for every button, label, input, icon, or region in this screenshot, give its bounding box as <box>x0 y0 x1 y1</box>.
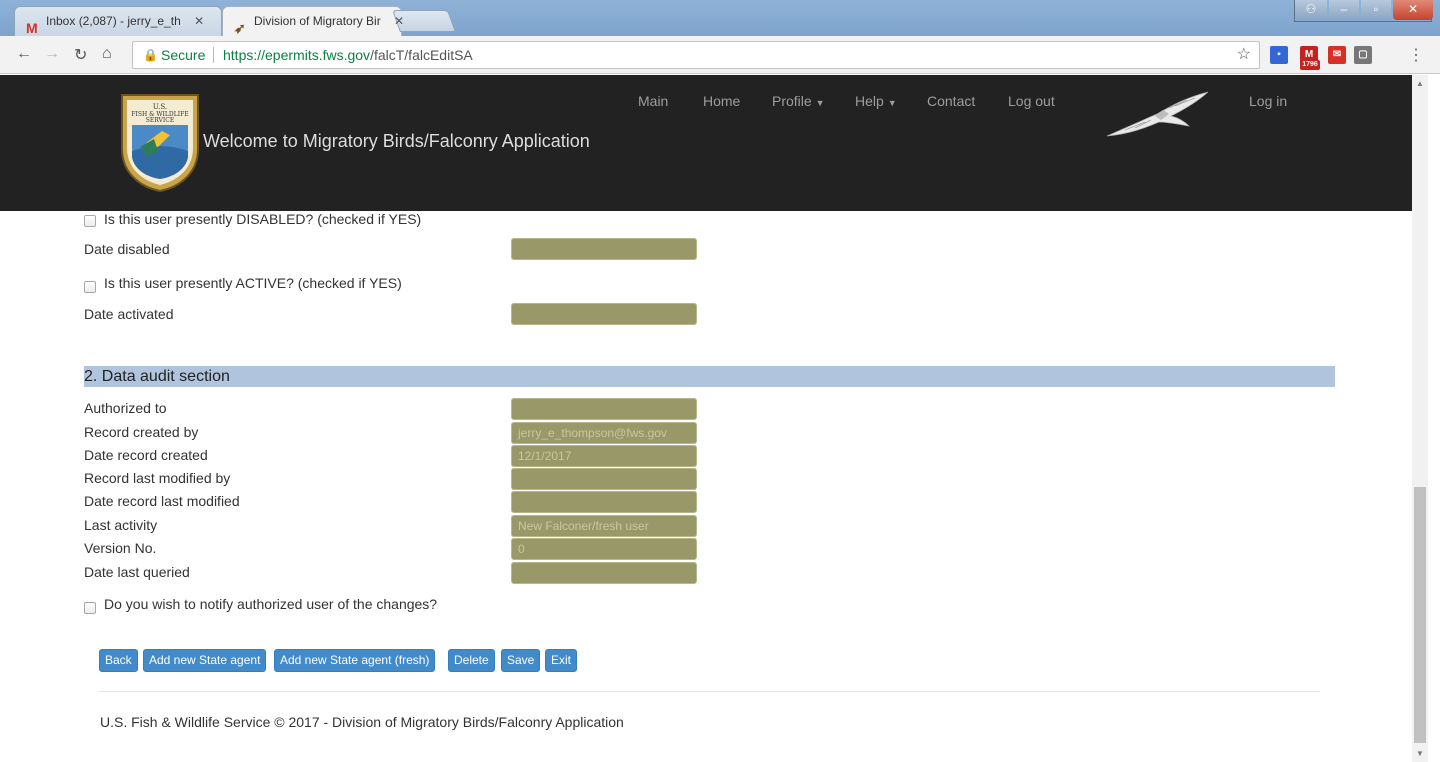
notify-question: Do you wish to notify authorized user of… <box>104 596 438 612</box>
nav-profile[interactable]: Profile ▼ <box>772 93 825 109</box>
page-viewport: U.S. FISH & WILDLIFE SERVICE Welcome to … <box>0 75 1412 762</box>
hawk-illustration <box>1106 91 1209 137</box>
gmail-icon: M <box>26 20 38 36</box>
active-checkbox[interactable] <box>84 281 96 293</box>
tab-title: Division of Migratory Bir <box>254 14 381 28</box>
disabled-question: Is this user presently DISABLED? (checke… <box>104 211 422 227</box>
forward-arrow-icon[interactable]: → <box>44 45 60 63</box>
scroll-down-icon[interactable]: ▼ <box>1416 749 1424 758</box>
address-bar[interactable]: 🔒 Secure https://epermits.fws.gov/falcT/… <box>132 41 1260 69</box>
disabled-checkbox[interactable] <box>84 215 96 227</box>
nav-logout[interactable]: Log out <box>1008 93 1055 109</box>
site-header: U.S. FISH & WILDLIFE SERVICE Welcome to … <box>0 75 1412 211</box>
svg-text:SERVICE: SERVICE <box>146 117 174 124</box>
close-window-icon[interactable]: ✕ <box>1393 0 1433 20</box>
exit-button[interactable]: Exit <box>545 649 578 672</box>
audit-label: Date last queried <box>84 564 190 580</box>
browser-menu-icon[interactable]: ⋮ <box>1408 45 1424 65</box>
audit-label: Last activity <box>84 517 158 533</box>
page-scrollbar[interactable]: ▲ ▼ <box>1412 75 1428 762</box>
tab-migratory-birds[interactable]: ➶ Division of Migratory Bir ✕ <box>222 6 404 36</box>
date-activated-field[interactable] <box>511 303 697 325</box>
footer-divider <box>99 691 1320 692</box>
nav-main[interactable]: Main <box>638 93 668 109</box>
extension-badge: 1796 <box>1300 60 1320 70</box>
nav-login[interactable]: Log in <box>1249 93 1287 109</box>
last-activity-field[interactable]: New Falconer/fresh user <box>511 515 697 537</box>
back-arrow-icon[interactable]: ← <box>16 45 32 63</box>
tab-gmail-inbox[interactable]: M Inbox (2,087) - jerry_e_th ✕ <box>14 6 222 36</box>
scroll-up-icon[interactable]: ▲ <box>1416 79 1424 88</box>
tab-title: Inbox (2,087) - jerry_e_th <box>46 14 181 28</box>
date-disabled-field[interactable] <box>511 238 697 260</box>
browser-toolbar: ← → ↻ ⌂ 🔒 Secure https://epermits.fws.go… <box>0 36 1440 74</box>
reload-icon[interactable]: ↻ <box>74 45 87 65</box>
add-state-agent-button[interactable]: Add new State agent <box>143 649 267 672</box>
svg-text:U.S.: U.S. <box>153 103 167 111</box>
home-icon[interactable]: ⌂ <box>102 45 112 63</box>
url-text: https://epermits.fws.gov/falcT/falcEditS… <box>223 47 473 63</box>
date-record-created-field[interactable]: 12/1/2017 <box>511 445 697 467</box>
maximize-icon[interactable]: ▫ <box>1361 0 1391 20</box>
mail-icon[interactable]: ✉ <box>1328 46 1346 64</box>
audit-label: Date record last modified <box>84 493 240 509</box>
close-tab-icon[interactable]: ✕ <box>394 14 404 28</box>
footer-text: U.S. Fish & Wildlife Service © 2017 - Di… <box>100 714 624 730</box>
nav-home[interactable]: Home <box>703 93 740 109</box>
section-heading: 2. Data audit section <box>84 366 1335 387</box>
browser-tab-strip: M Inbox (2,087) - jerry_e_th ✕ ➶ Divisio… <box>0 0 1440 36</box>
version-no-field[interactable]: 0 <box>511 538 697 560</box>
security-label: Secure <box>161 47 206 63</box>
record-created-by-field[interactable]: jerry_e_thompson@fws.gov <box>511 422 697 444</box>
bookmark-star-icon[interactable]: ☆ <box>1237 42 1251 68</box>
fws-shield-logo: U.S. FISH & WILDLIFE SERVICE <box>121 94 199 193</box>
site-title: Welcome to Migratory Birds/Falconry Appl… <box>203 131 590 151</box>
minimize-icon[interactable]: – <box>1329 0 1359 20</box>
user-icon[interactable]: ⚇ <box>1295 0 1327 20</box>
notify-checkbox[interactable] <box>84 602 96 614</box>
date-disabled-label: Date disabled <box>84 241 170 257</box>
delete-button[interactable]: Delete <box>448 649 495 672</box>
nav-help[interactable]: Help ▼ <box>855 93 897 109</box>
audit-label: Version No. <box>84 540 157 556</box>
nav-contact[interactable]: Contact <box>927 93 975 109</box>
date-record-last-modified-field[interactable] <box>511 491 697 513</box>
authorized-to-field[interactable] <box>511 398 697 420</box>
record-last-modified-by-field[interactable] <box>511 468 697 490</box>
back-button[interactable]: Back <box>99 649 138 672</box>
close-tab-icon[interactable]: ✕ <box>194 14 204 28</box>
active-question: Is this user presently ACTIVE? (checked … <box>104 275 402 291</box>
add-state-agent-fresh-button[interactable]: Add new State agent (fresh) <box>274 649 436 672</box>
caret-down-icon: ▼ <box>815 98 825 108</box>
audit-label: Date record created <box>84 447 208 463</box>
audit-label: Authorized to <box>84 400 167 416</box>
hawk-favicon-icon: ➶ <box>234 20 246 36</box>
window-controls: ⚇ – ▫ ✕ <box>1294 0 1433 22</box>
date-activated-label: Date activated <box>84 306 174 322</box>
save-button[interactable]: Save <box>501 649 541 672</box>
lock-icon: 🔒 <box>143 48 158 62</box>
date-last-queried-field[interactable] <box>511 562 697 584</box>
audit-label: Record last modified by <box>84 470 231 486</box>
caret-down-icon: ▼ <box>887 98 897 108</box>
audit-label: Record created by <box>84 424 199 440</box>
extension-icon[interactable]: ▪ <box>1270 46 1288 64</box>
extension-icon[interactable]: ▢ <box>1354 46 1372 64</box>
scrollbar-thumb[interactable] <box>1414 487 1426 743</box>
